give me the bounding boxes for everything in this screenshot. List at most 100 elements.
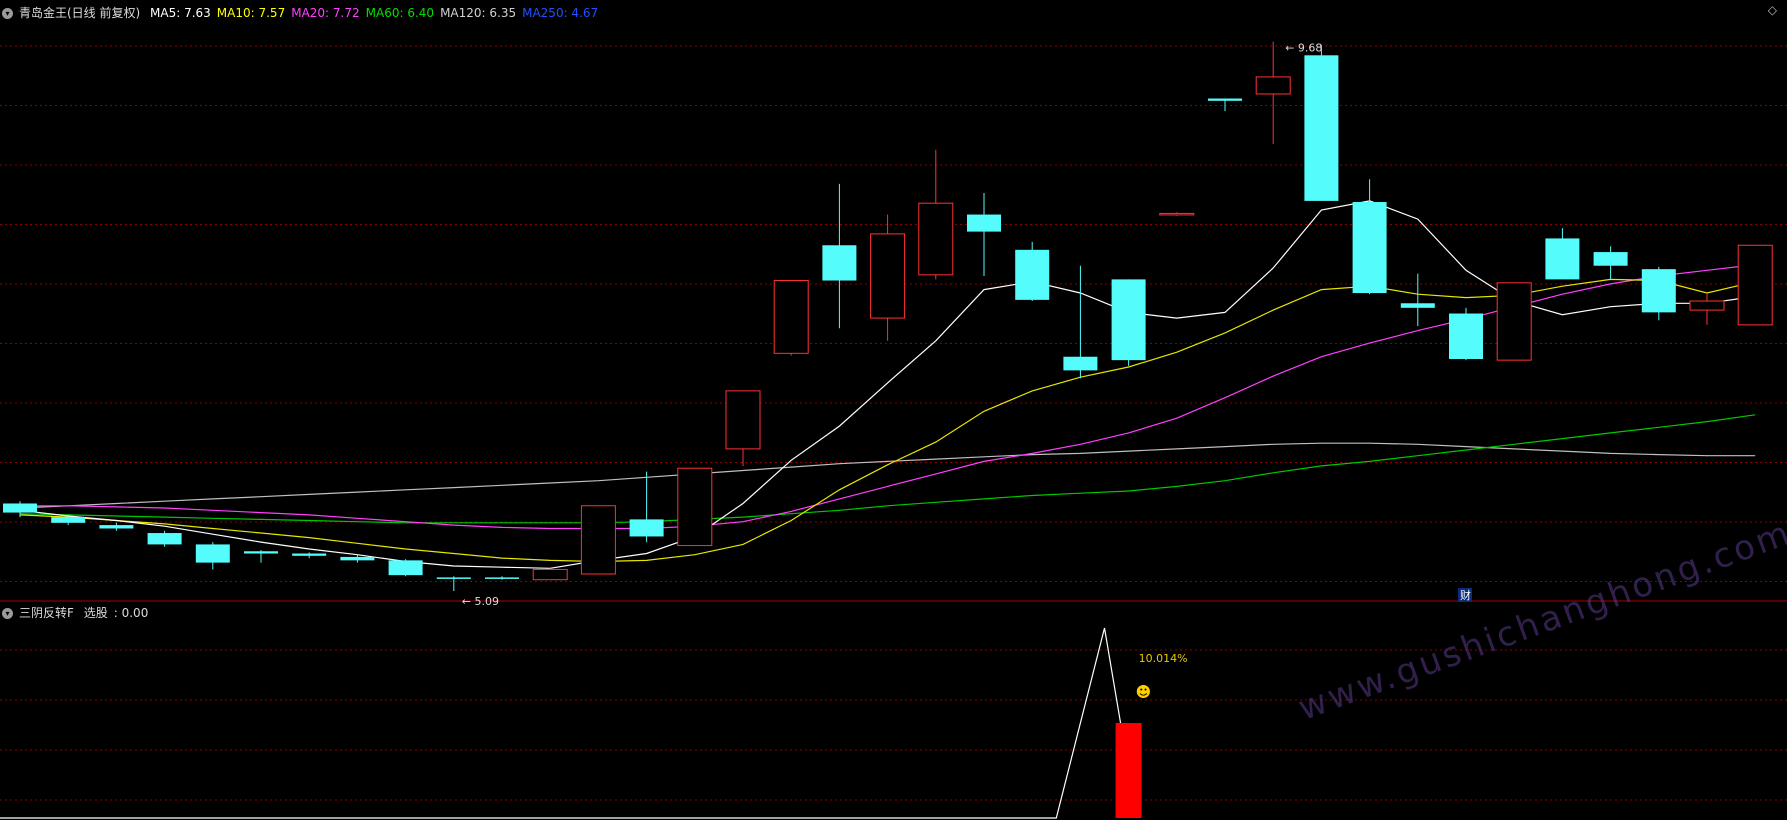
candle — [3, 501, 37, 518]
candle-body — [3, 503, 37, 513]
candle — [870, 214, 906, 341]
candle — [99, 522, 134, 531]
candle — [1400, 273, 1435, 327]
candle-body — [725, 390, 761, 450]
candle — [629, 471, 664, 543]
candle — [485, 576, 519, 580]
candle — [1689, 293, 1725, 325]
candle — [918, 149, 954, 280]
ma-legend-ma5: MA5: 7.63 — [150, 6, 211, 20]
indicator-line — [0, 627, 1130, 819]
indicator-field-label: 选股 — [83, 606, 108, 620]
kline-chart[interactable]: ← 9.68 ← 5.09 财 10.014% ☻ — [0, 0, 1787, 820]
stock-title: 青岛金王(日线 前复权) — [19, 6, 141, 20]
candle — [1255, 41, 1291, 145]
smiley-icon: ☻ — [1136, 683, 1152, 701]
candle-body — [1400, 303, 1435, 308]
candle — [388, 559, 423, 577]
candle-body — [580, 505, 616, 575]
candle-body — [1063, 356, 1098, 371]
candle — [147, 530, 182, 547]
candle — [1352, 179, 1387, 295]
candle — [967, 192, 1001, 276]
main-chart-header: ▾ 青岛金王(日线 前复权) MA5: 7.63 MA10: 7.57 MA20: 7… — [2, 4, 610, 21]
candle-body — [51, 517, 86, 523]
candle-body — [822, 245, 857, 281]
candle-body — [485, 577, 519, 579]
candle-body — [244, 551, 278, 554]
chevron-down-icon[interactable]: ▾ — [2, 608, 13, 619]
candle-body — [147, 533, 182, 545]
chevron-down-icon[interactable]: ▾ — [2, 8, 13, 19]
candle — [1545, 228, 1580, 280]
candle-body — [629, 519, 664, 537]
candle — [580, 505, 616, 575]
candle — [1159, 212, 1195, 216]
candle-body — [436, 577, 471, 579]
candle — [1015, 241, 1050, 301]
candle — [1208, 98, 1242, 112]
candle — [1496, 282, 1532, 361]
high-price-label: ← 9.68 — [1285, 42, 1322, 55]
ma-legend-ma60: MA60: 6.40 — [365, 6, 435, 20]
candle — [1304, 45, 1339, 201]
indicator-title: 三阴反转F — [19, 606, 74, 620]
candle-body — [532, 568, 568, 581]
candle-body — [1304, 55, 1339, 201]
ma-legend-ma120: MA120: 6.35 — [440, 6, 517, 20]
ma-legend-ma20: MA20: 7.72 — [291, 6, 360, 20]
candle-body — [1111, 279, 1146, 361]
candle — [195, 542, 230, 570]
candle-body — [340, 556, 375, 561]
candle-body — [1352, 202, 1387, 294]
candle-body — [1641, 269, 1676, 313]
candle-body — [388, 560, 423, 576]
candle-body — [967, 214, 1001, 232]
indicator-bar — [1115, 723, 1142, 818]
candle-body — [1015, 249, 1050, 300]
candle — [773, 280, 809, 356]
candle-body — [1593, 252, 1628, 266]
candle — [1593, 246, 1628, 280]
candle — [292, 552, 327, 559]
candle — [822, 183, 857, 329]
candle — [1737, 244, 1773, 326]
candle — [1449, 307, 1483, 361]
candle-body — [677, 467, 713, 547]
indicator-header: ▾ 三阴反转F 选股: 0.00 — [2, 604, 160, 621]
candle-body — [195, 544, 230, 563]
fin-marker: 财 — [1460, 588, 1471, 602]
candlesticks — [3, 41, 1773, 592]
candle — [677, 467, 713, 547]
candle-body — [870, 233, 906, 319]
candle-body — [1689, 300, 1725, 311]
ma60-line — [19, 414, 1756, 524]
candle — [1063, 265, 1098, 379]
candle — [244, 550, 278, 563]
candle-body — [773, 280, 809, 354]
candle — [725, 390, 761, 466]
candle-body — [1255, 76, 1291, 95]
ma120-line — [19, 442, 1756, 509]
ma-legend-ma250: MA250: 4.67 — [522, 6, 599, 20]
candle-body — [99, 525, 134, 529]
grid-lines — [0, 45, 1787, 801]
candle-body — [292, 553, 327, 556]
indicator-pct-label: 10.014% — [1139, 652, 1188, 665]
candle-body — [1737, 244, 1773, 326]
ma-legend: MA5: 7.63 MA10: 7.57 MA20: 7.72 MA60: 6.40 M… — [150, 6, 604, 20]
indicator-field-value: 0.00 — [121, 606, 149, 620]
candle-body — [918, 202, 954, 276]
indicator-panel: 10.014% ☻ — [0, 627, 1188, 819]
ma-legend-ma10: MA10: 7.57 — [216, 6, 286, 20]
low-price-label: ← 5.09 — [462, 595, 499, 608]
candle-body — [1449, 313, 1483, 360]
diamond-icon[interactable]: ◇ — [1768, 3, 1777, 17]
candle-body — [1545, 238, 1580, 280]
candle — [532, 568, 568, 581]
candle — [1641, 266, 1676, 321]
candle-body — [1159, 212, 1195, 216]
candle-body — [1208, 98, 1242, 101]
candle — [1111, 279, 1146, 366]
candle-body — [1496, 282, 1532, 361]
